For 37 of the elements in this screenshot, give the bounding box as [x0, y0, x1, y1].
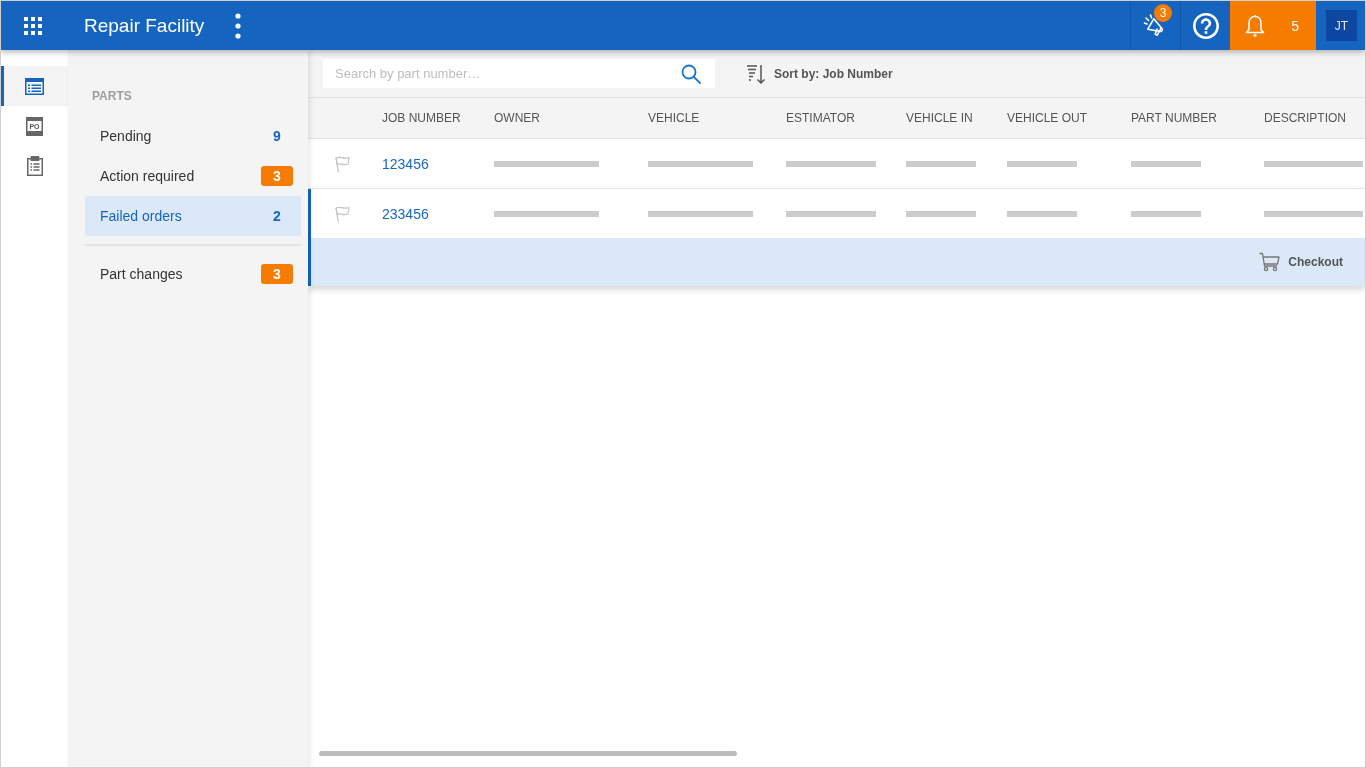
column-header: DESCRIPTION — [1264, 111, 1347, 125]
search-field[interactable]: Search by part number… — [323, 59, 715, 88]
help-icon — [1192, 12, 1219, 39]
column-header: VEHICLE OUT — [1007, 111, 1088, 125]
column-header: ESTIMATOR — [786, 111, 856, 125]
sort-descending-icon — [746, 63, 766, 84]
column-header: PART NUMBER — [1131, 111, 1218, 125]
cart-icon — [1259, 252, 1281, 272]
sidebar-item[interactable]: Action required 3 — [85, 156, 301, 196]
scrollbar-thumb[interactable] — [319, 751, 737, 756]
job-number-link[interactable]: 123456 — [382, 155, 494, 172]
column-header: VEHICLE — [648, 111, 701, 125]
sidebar-item[interactable]: Part changes 3 — [85, 254, 301, 294]
job-number-link[interactable]: 233456 — [382, 205, 494, 222]
column-header: OWNER — [494, 111, 541, 125]
sidebar-item[interactable]: Failed orders 2 — [85, 196, 301, 236]
count-badge: 3 — [1154, 4, 1172, 22]
alert-count-badge: 3 — [261, 264, 293, 284]
item-count: 2 — [272, 207, 282, 226]
column-header: VEHICLE IN — [906, 111, 974, 125]
bell-icon — [1245, 13, 1265, 38]
alert-count-badge: 3 — [261, 166, 293, 186]
app-title: Repair Facility — [84, 14, 205, 37]
checkout-button[interactable]: Checkout — [1259, 252, 1343, 272]
table-row[interactable]: 233456 Checkout — [308, 189, 1365, 286]
column-header: JOB NUMBER — [382, 111, 462, 125]
list-icon — [25, 77, 44, 95]
sort-button[interactable]: Sort by: Job Number — [746, 63, 893, 84]
search-icon[interactable] — [681, 64, 701, 84]
panel-heading: PARTS — [91, 88, 133, 104]
user-avatar[interactable]: JT — [1326, 10, 1357, 41]
sidebar-item[interactable]: Pending 9 — [85, 116, 301, 156]
apps-grid-icon — [24, 16, 42, 35]
clipboard-icon — [26, 156, 43, 176]
item-count: 9 — [272, 127, 282, 146]
more-vertical-icon — [235, 12, 242, 39]
nav-rail-button[interactable] — [1, 66, 68, 106]
